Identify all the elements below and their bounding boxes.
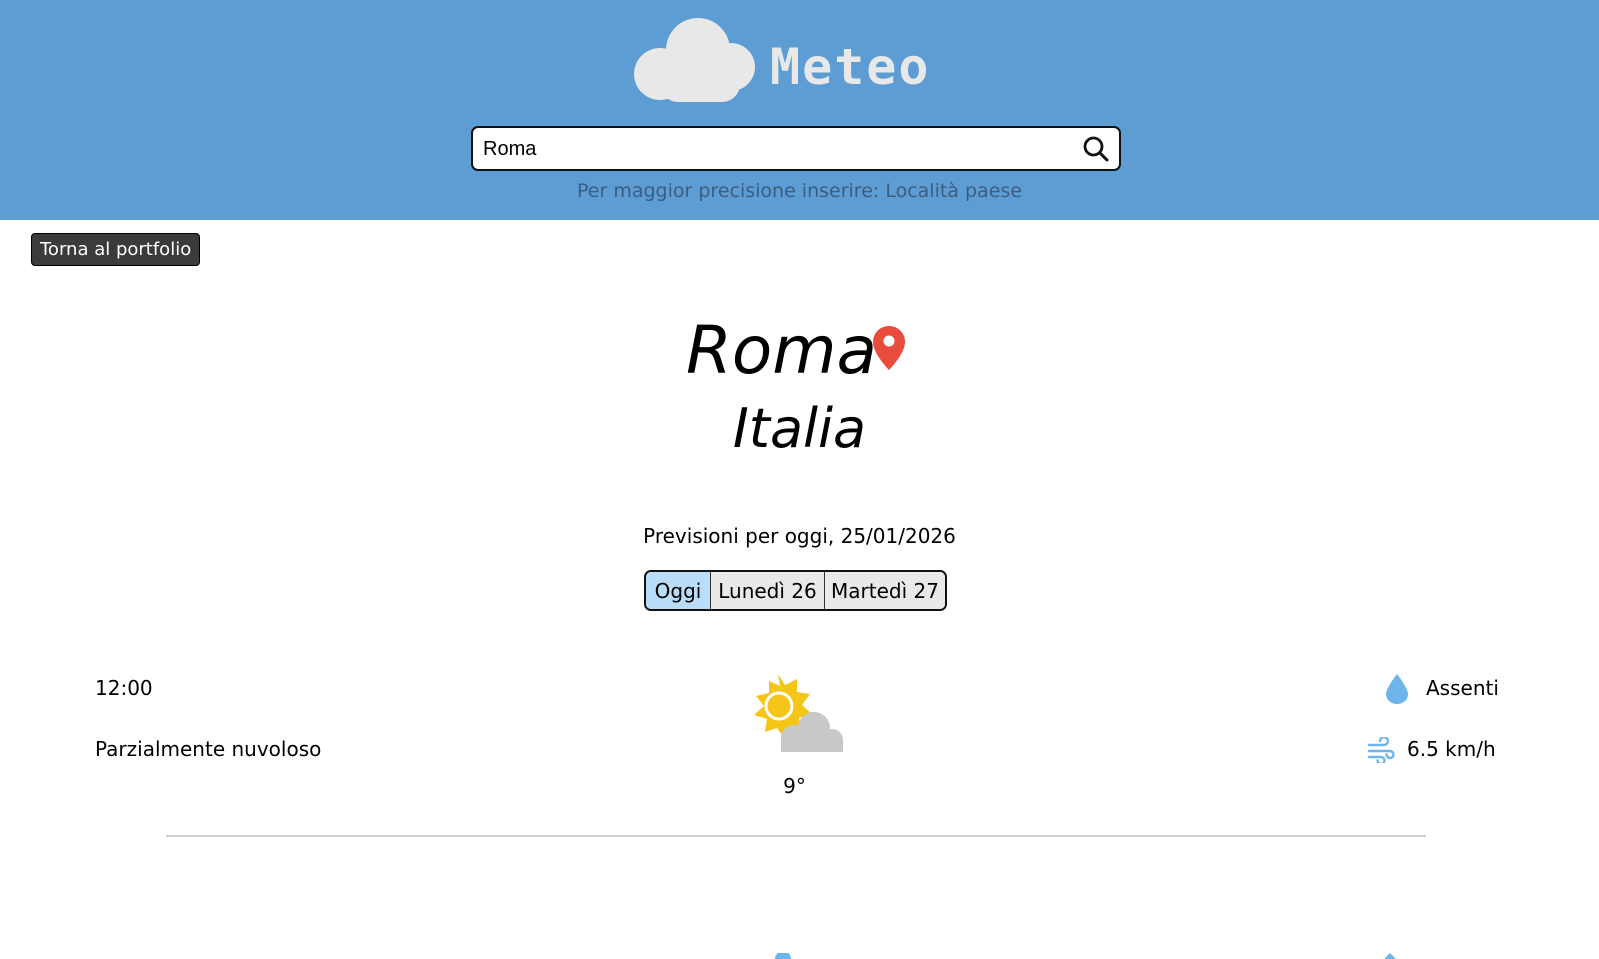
day-tabs: Oggi Lunedì 26 Martedì 27 (644, 570, 947, 611)
country-name: Italia (732, 397, 867, 460)
forecast-date: Previsioni per oggi, 25/01/2026 (643, 524, 956, 548)
app-title: Meteo (770, 38, 931, 96)
forecast-divider (166, 835, 1426, 837)
map-pin-icon (873, 326, 905, 370)
tab-monday[interactable]: Lunedì 26 (710, 572, 824, 609)
tab-tuesday[interactable]: Martedì 27 (824, 572, 945, 609)
partly-cloudy-icon (754, 674, 843, 752)
search-hint: Per maggior precisione inserire: Localit… (577, 180, 1022, 202)
search-box (471, 126, 1121, 171)
wind-icon (1367, 737, 1395, 763)
precipitation-value: Assenti (1426, 676, 1499, 700)
forecast-description: Parzialmente nuvoloso (95, 737, 322, 761)
tab-today[interactable]: Oggi (646, 572, 710, 609)
header: Meteo Per maggior precisione inserire: L… (0, 0, 1599, 220)
wind-speed-value: 6.5 km/h (1407, 737, 1496, 761)
forecast-temperature: 9° (783, 774, 806, 798)
search-input[interactable] (483, 134, 1063, 164)
back-to-portfolio-button[interactable]: Torna al portfolio (31, 233, 201, 266)
cloud-logo-icon (634, 18, 755, 102)
next-row-drop-icon (1384, 953, 1396, 959)
water-drop-icon (1386, 674, 1408, 704)
next-row-sun-icon (775, 953, 791, 959)
forecast-time: 12:00 (95, 676, 153, 700)
city-name: Roma (686, 312, 877, 389)
search-icon[interactable] (1083, 136, 1109, 162)
